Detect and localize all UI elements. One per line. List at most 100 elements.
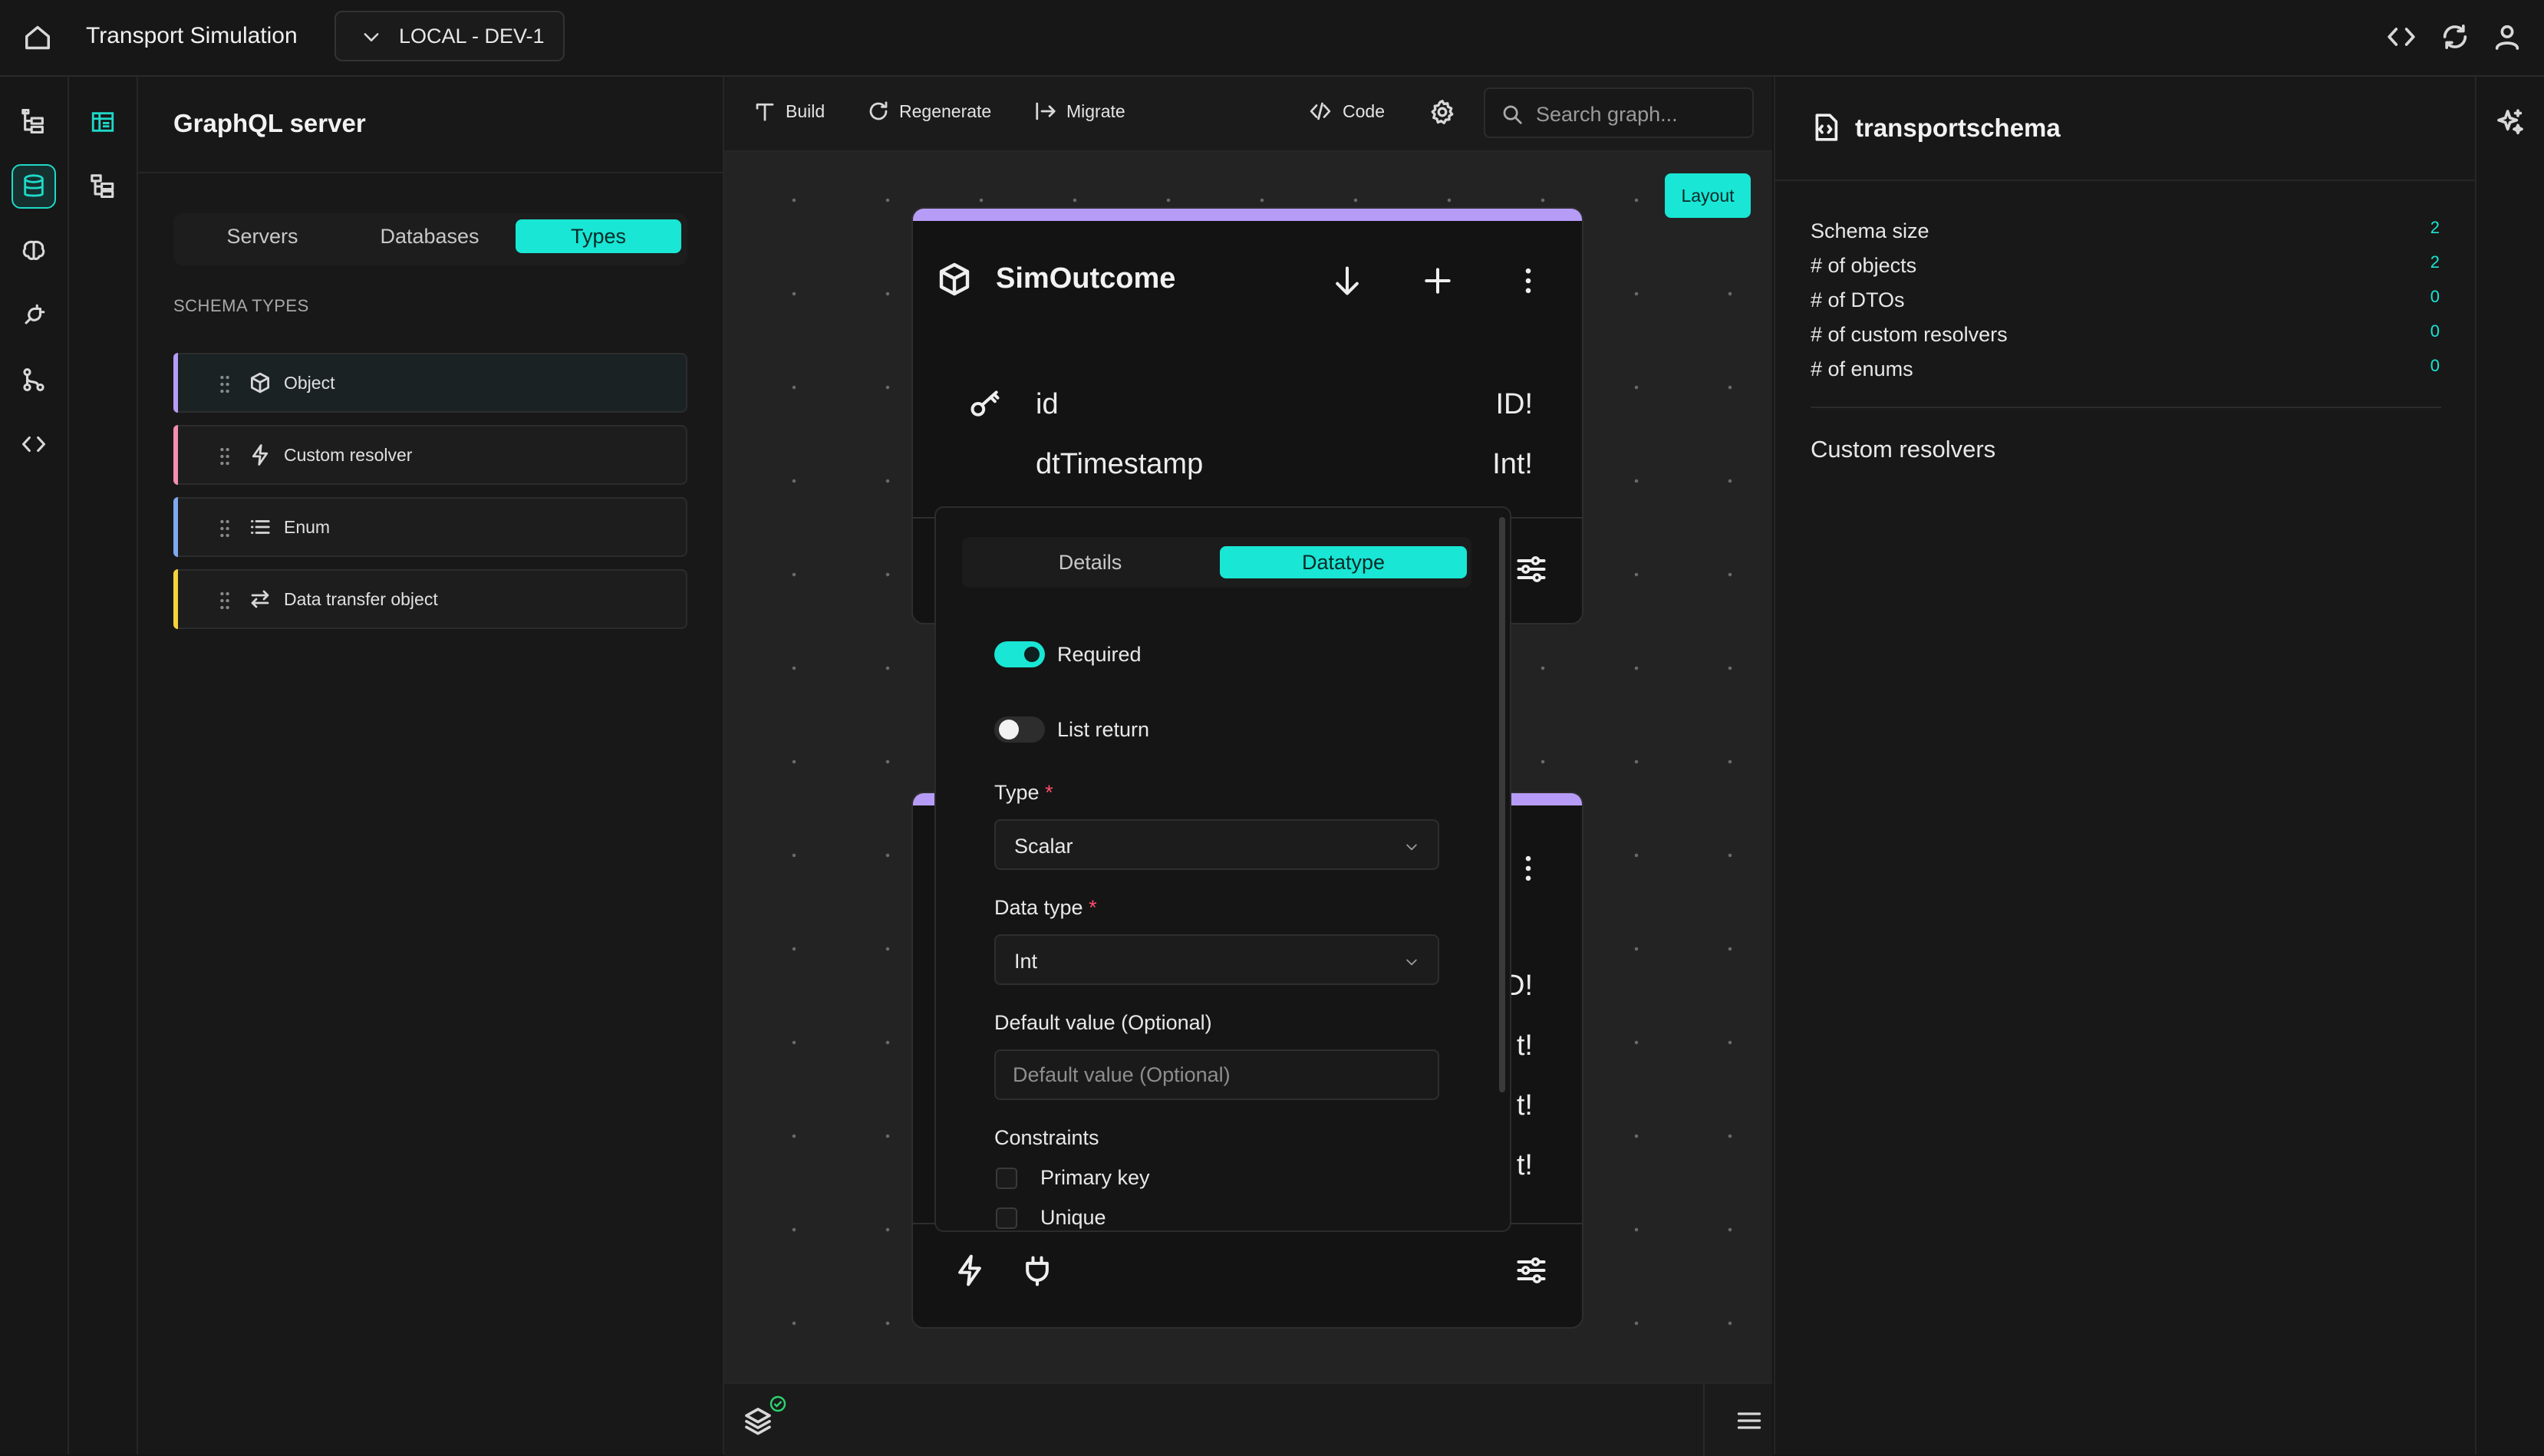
- drag-handle-icon[interactable]: [218, 445, 232, 468]
- schema-name: transportschema: [1855, 114, 2061, 142]
- search-icon: [1501, 103, 1524, 126]
- brain-icon[interactable]: [12, 229, 56, 273]
- required-toggle[interactable]: [994, 641, 1045, 667]
- drag-handle-icon[interactable]: [218, 517, 232, 540]
- more-vertical-icon[interactable]: [1511, 264, 1545, 298]
- tab-details[interactable]: Details: [968, 546, 1212, 578]
- hierarchy-icon[interactable]: [81, 164, 125, 209]
- drag-handle-icon[interactable]: [218, 589, 232, 612]
- primary-key-checkbox[interactable]: [996, 1168, 1017, 1189]
- stat-label: # of custom resolvers: [1811, 323, 2008, 346]
- type-item-label: Enum: [284, 517, 331, 537]
- field-type: t!: [1516, 1149, 1533, 1181]
- sidebar-title: GraphQL server: [173, 109, 366, 137]
- regenerate-icon: [867, 100, 890, 123]
- list-return-toggle[interactable]: [994, 716, 1045, 743]
- plugin-icon[interactable]: [12, 293, 56, 338]
- home-icon[interactable]: [23, 23, 52, 52]
- database-icon[interactable]: [12, 164, 56, 209]
- type-color-bar: [173, 497, 178, 557]
- stat-label: Schema size: [1811, 219, 1929, 242]
- stat-label: # of objects: [1811, 254, 1917, 277]
- refresh-icon[interactable]: [2440, 21, 2470, 52]
- type-select-value: Scalar: [1014, 835, 1073, 858]
- stat-label: # of enums: [1811, 357, 1913, 380]
- chevron-down-icon: [1404, 954, 1419, 970]
- arrow-down-icon[interactable]: [1330, 264, 1364, 298]
- default-value-label: Default value (Optional): [994, 1011, 1212, 1034]
- code-icon[interactable]: [2386, 21, 2417, 52]
- panel-divider: [1811, 407, 2441, 408]
- canvas-footer: [724, 1382, 1772, 1456]
- type-select[interactable]: Scalar: [994, 819, 1439, 870]
- default-value-input[interactable]: [994, 1049, 1439, 1100]
- arrows-swap-icon: [249, 588, 272, 611]
- sparkles-icon[interactable]: [2495, 107, 2526, 138]
- git-branch-icon[interactable]: [12, 357, 56, 402]
- plus-icon[interactable]: [1421, 264, 1455, 298]
- unique-checkbox[interactable]: [996, 1207, 1017, 1229]
- tab-databases[interactable]: Databases: [348, 219, 511, 253]
- field-settings-popup: Details Datatype Required List return Ty…: [934, 506, 1511, 1232]
- field-type: t!: [1516, 1089, 1533, 1122]
- type-item-custom-resolver[interactable]: Custom resolver: [173, 425, 687, 485]
- migrate-button[interactable]: Migrate: [1034, 100, 1125, 123]
- constraints-label: Constraints: [994, 1126, 1099, 1149]
- sliders-icon[interactable]: [1514, 552, 1548, 586]
- user-icon[interactable]: [2492, 21, 2523, 52]
- tab-types[interactable]: Types: [516, 219, 681, 253]
- secondary-nav-rail: [69, 77, 138, 1454]
- type-item-object[interactable]: Object: [173, 353, 687, 413]
- code-brackets-icon[interactable]: [12, 422, 56, 466]
- plug-icon[interactable]: [1020, 1253, 1054, 1287]
- tab-servers[interactable]: Servers: [181, 219, 344, 253]
- primary-nav-rail: [0, 77, 69, 1454]
- code-button[interactable]: Code: [1307, 100, 1385, 123]
- key-icon: [968, 387, 1002, 420]
- field-type: ID!: [1495, 388, 1533, 420]
- type-item-label: Custom resolver: [284, 445, 413, 465]
- sidebar-panel: GraphQL server Servers Databases Types S…: [138, 77, 724, 1454]
- field-name[interactable]: id: [1036, 388, 1059, 421]
- build-label: Build: [786, 100, 825, 121]
- code-icon: [1307, 100, 1333, 123]
- schema-editor-icon[interactable]: [81, 100, 125, 144]
- bolt-icon: [249, 443, 272, 466]
- type-item-label: Object: [284, 373, 335, 393]
- layout-button[interactable]: Layout: [1665, 173, 1751, 218]
- data-type-select[interactable]: Int: [994, 934, 1439, 985]
- settings-gear-icon[interactable]: [1429, 98, 1456, 126]
- schema-types-label: SCHEMA TYPES: [173, 296, 309, 315]
- build-icon: [753, 100, 776, 123]
- regenerate-label: Regenerate: [899, 100, 992, 121]
- sidebar-tabs: Servers Databases Types: [173, 213, 687, 265]
- sliders-icon[interactable]: [1514, 1253, 1548, 1287]
- tree-icon[interactable]: [12, 100, 56, 144]
- environment-label: LOCAL - DEV-1: [399, 25, 545, 48]
- type-item-enum[interactable]: Enum: [173, 497, 687, 557]
- regenerate-button[interactable]: Regenerate: [867, 100, 991, 123]
- footer-divider: [1703, 1384, 1705, 1456]
- build-button[interactable]: Build: [753, 100, 825, 123]
- search-graph-box[interactable]: Search graph...: [1484, 87, 1754, 138]
- stat-value: 2: [2430, 252, 2440, 272]
- type-label: Type *: [994, 781, 1053, 804]
- popup-scrollbar[interactable]: [1499, 517, 1505, 1092]
- type-color-bar: [173, 425, 178, 485]
- stat-label: # of DTOs: [1811, 288, 1905, 311]
- migrate-icon: [1034, 100, 1057, 123]
- tab-datatype[interactable]: Datatype: [1220, 546, 1467, 578]
- menu-icon[interactable]: [1735, 1407, 1763, 1435]
- node-accent-bar: [913, 209, 1582, 221]
- type-item-data-transfer-object[interactable]: Data transfer object: [173, 569, 687, 629]
- environment-select[interactable]: LOCAL - DEV-1: [334, 11, 565, 61]
- schema-panel-header: transportschema: [1775, 77, 2475, 181]
- stat-value: 0: [2430, 287, 2440, 306]
- field-name[interactable]: dtTimestamp: [1036, 448, 1203, 481]
- more-vertical-icon[interactable]: [1511, 852, 1545, 885]
- node-title: SimOutcome: [996, 262, 1176, 295]
- primary-key-label: Primary key: [1040, 1166, 1150, 1189]
- bolt-icon[interactable]: [953, 1253, 987, 1287]
- sidebar-header: GraphQL server: [138, 77, 723, 173]
- drag-handle-icon[interactable]: [218, 373, 232, 396]
